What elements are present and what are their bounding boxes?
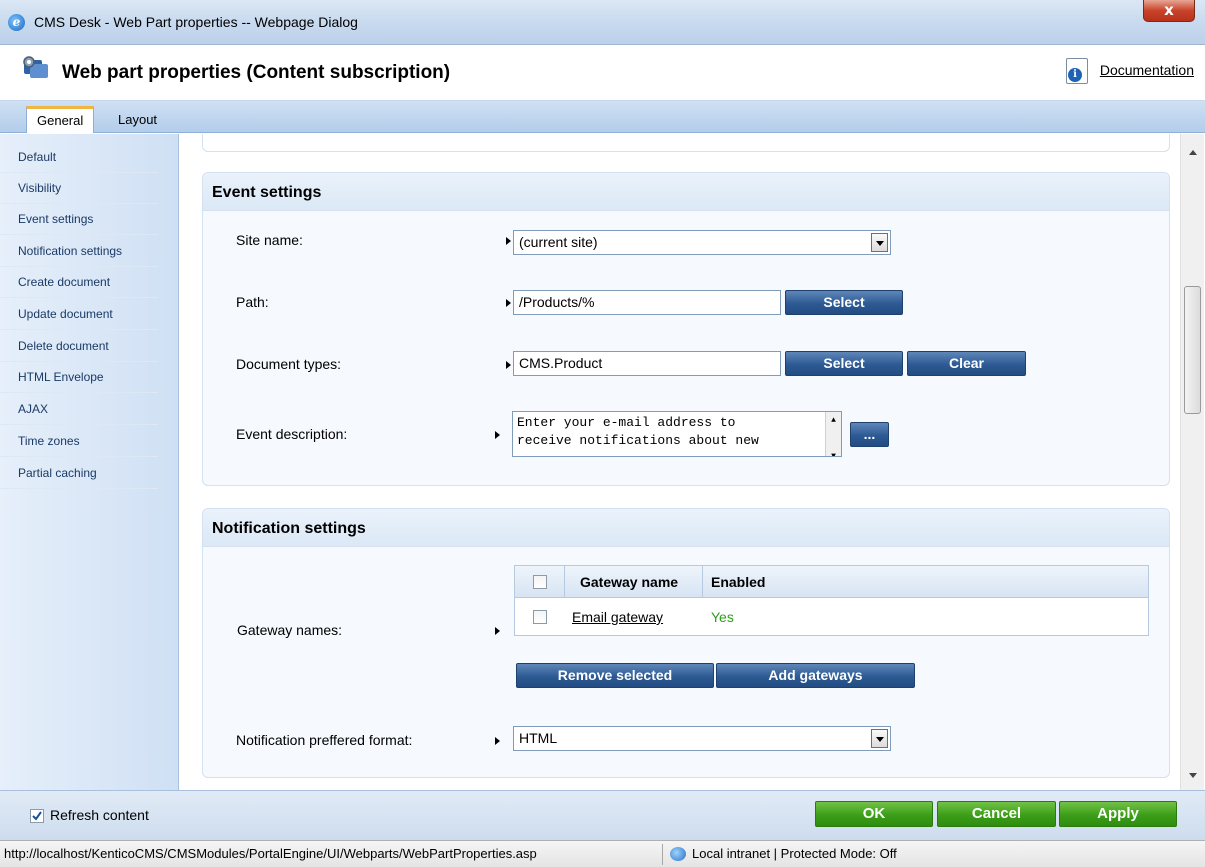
intranet-zone-icon <box>670 847 686 861</box>
content-area: Event settings Site name: (current site)… <box>180 134 1180 790</box>
event-settings-heading: Event settings <box>203 173 1169 211</box>
sidebar-item-update-document[interactable]: Update document <box>0 299 158 330</box>
path-input[interactable]: /Products/% <box>513 290 781 315</box>
status-url: http://localhost/KenticoCMS/CMSModules/P… <box>4 846 537 861</box>
site-name-arrow-icon[interactable] <box>506 237 511 245</box>
remove-selected-button[interactable]: Remove selected <box>516 663 714 688</box>
document-types-label: Document types: <box>236 356 342 372</box>
window-close-button[interactable]: x <box>1143 0 1195 22</box>
select-all-checkbox[interactable] <box>533 575 547 589</box>
event-description-more-button[interactable]: ... <box>850 422 889 447</box>
column-divider <box>702 566 703 598</box>
sidebar-item-event-settings[interactable]: Event settings <box>0 204 158 235</box>
site-name-select[interactable]: (current site) <box>513 230 891 255</box>
sidebar-item-html-envelope[interactable]: HTML Envelope <box>0 362 158 393</box>
scroll-up-arrow-icon[interactable] <box>1189 150 1197 155</box>
notification-settings-heading: Notification settings <box>203 509 1169 547</box>
sidebar-item-visibility[interactable]: Visibility <box>0 173 158 204</box>
ok-button[interactable]: OK <box>815 801 933 827</box>
sidebar-item-create-document[interactable]: Create document <box>0 267 158 298</box>
notification-format-label: Notification preffered format: <box>236 732 413 748</box>
tab-general[interactable]: General <box>26 106 95 133</box>
refresh-content-label[interactable]: Refresh content <box>50 807 149 823</box>
sidebar-item-partial-caching[interactable]: Partial caching <box>0 458 158 489</box>
column-enabled[interactable]: Enabled <box>711 574 765 590</box>
path-select-button[interactable]: Select <box>785 290 903 315</box>
tab-bar: General Layout <box>0 101 1205 133</box>
documentation-link[interactable]: Documentation <box>1100 62 1194 78</box>
document-types-arrow-icon[interactable] <box>506 361 511 369</box>
add-gateways-button[interactable]: Add gateways <box>716 663 915 688</box>
sidebar-item-default[interactable]: Default <box>0 142 158 173</box>
gateway-name-link[interactable]: Email gateway <box>572 609 663 625</box>
column-divider <box>564 566 565 598</box>
chevron-down-icon[interactable] <box>871 729 888 748</box>
cancel-button[interactable]: Cancel <box>937 801 1056 827</box>
status-divider <box>662 844 663 865</box>
gateway-enabled-value: Yes <box>711 609 734 625</box>
sidebar-item-ajax[interactable]: AJAX <box>0 394 158 425</box>
gateway-names-label: Gateway names: <box>237 622 343 638</box>
documentation-icon[interactable]: i <box>1066 58 1088 84</box>
notification-format-select[interactable]: HTML <box>513 726 891 751</box>
textarea-scrollbar[interactable]: ▲ ▼ <box>825 412 841 456</box>
column-gateway-name[interactable]: Gateway name <box>580 574 678 590</box>
apply-button[interactable]: Apply <box>1059 801 1177 827</box>
gateways-grid-header: Gateway name Enabled <box>515 566 1148 598</box>
window-title: CMS Desk - Web Part properties -- Webpag… <box>34 14 358 30</box>
notification-format-arrow-icon[interactable] <box>495 737 500 745</box>
event-description-label: Event description: <box>236 426 348 442</box>
event-description-line: receive notifications about new <box>517 433 759 448</box>
sidebar-item-notification-settings[interactable]: Notification settings <box>0 236 158 267</box>
gateways-grid: Gateway name Enabled Email gateway Yes <box>514 565 1149 636</box>
chevron-down-icon[interactable] <box>871 233 888 252</box>
sidebar: Default Visibility Event settings Notifi… <box>0 134 179 790</box>
status-zone: Local intranet | Protected Mode: Off <box>692 846 897 861</box>
notification-format-value: HTML <box>519 730 558 746</box>
event-description-textarea[interactable]: Enter your e-mail address to receive not… <box>512 411 842 457</box>
document-types-input[interactable]: CMS.Product <box>513 351 781 376</box>
site-name-label: Site name: <box>236 232 303 248</box>
checkmark-icon <box>32 811 42 821</box>
sidebar-item-time-zones[interactable]: Time zones <box>0 426 158 457</box>
row-checkbox[interactable] <box>533 610 547 624</box>
page-title: Web part properties (Content subscriptio… <box>62 62 451 83</box>
webpart-properties-icon <box>23 56 48 78</box>
event-description-arrow-icon[interactable] <box>495 431 500 439</box>
vertical-scrollbar[interactable] <box>1180 134 1204 790</box>
refresh-content-checkbox[interactable] <box>30 809 44 823</box>
path-arrow-icon[interactable] <box>506 299 511 307</box>
gateway-names-arrow-icon[interactable] <box>495 627 500 635</box>
sidebar-item-delete-document[interactable]: Delete document <box>0 331 158 362</box>
path-label: Path: <box>236 294 269 310</box>
document-types-clear-button[interactable]: Clear <box>907 351 1026 376</box>
event-description-line: Enter your e-mail address to <box>517 415 736 430</box>
status-bar: http://localhost/KenticoCMS/CMSModules/P… <box>0 840 1205 867</box>
previous-panel-bottom <box>202 134 1170 152</box>
scroll-thumb[interactable] <box>1184 286 1201 414</box>
scroll-down-arrow-icon[interactable] <box>1189 773 1197 778</box>
tab-layout[interactable]: Layout <box>108 106 167 133</box>
document-types-select-button[interactable]: Select <box>785 351 903 376</box>
site-name-value: (current site) <box>519 234 598 250</box>
window-titlebar: e CMS Desk - Web Part properties -- Webp… <box>0 0 1205 45</box>
browser-icon: e <box>8 14 25 31</box>
